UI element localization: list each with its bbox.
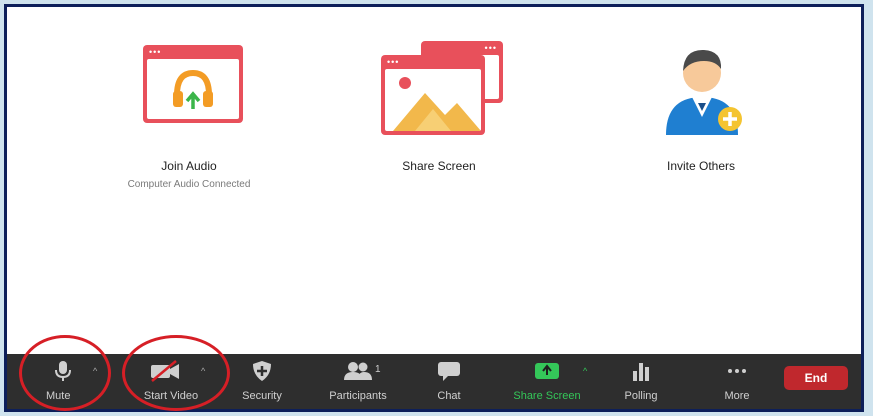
invite-others-label: Invite Others xyxy=(666,159,736,173)
participants-label: Participants xyxy=(329,390,387,402)
more-button[interactable]: More xyxy=(707,354,767,409)
invite-others-option[interactable]: Invite Others xyxy=(581,37,821,173)
end-meeting-button[interactable]: End xyxy=(784,366,848,390)
security-label: Security xyxy=(242,390,282,402)
chevron-up-icon[interactable]: ^ xyxy=(93,366,97,376)
chat-bubble-icon xyxy=(438,362,460,381)
chat-label: Chat xyxy=(437,390,461,402)
share-screen-label: Share Screen xyxy=(402,159,476,173)
join-audio-label: Join Audio xyxy=(161,159,217,173)
participants-icon xyxy=(344,362,372,380)
meeting-toolbar: ^ Mute ^ Start Video Security 1 Particip… xyxy=(7,354,861,409)
chat-button[interactable]: Chat xyxy=(419,354,479,409)
participants-count: 1 xyxy=(375,364,381,375)
share-screen-option[interactable]: ••• ••• Share Screen xyxy=(319,37,559,173)
zoom-meeting-window: ••• Join Audio Computer Audio Connected xyxy=(4,4,864,412)
video-off-icon xyxy=(151,360,179,382)
more-dots-icon xyxy=(728,369,746,373)
headphones-icon: ••• xyxy=(129,37,249,137)
share-screen-toolbar-label: Share Screen xyxy=(513,390,581,402)
chevron-up-icon[interactable]: ^ xyxy=(583,366,587,376)
security-button[interactable]: Security xyxy=(227,354,297,409)
invite-person-icon xyxy=(646,37,756,137)
polling-button[interactable]: Polling xyxy=(611,354,671,409)
microphone-icon xyxy=(55,361,71,381)
audio-status-text: Computer Audio Connected xyxy=(127,179,251,190)
more-label: More xyxy=(724,390,750,402)
mute-button[interactable]: ^ Mute xyxy=(25,354,97,409)
polling-label: Polling xyxy=(624,390,658,402)
start-video-button[interactable]: ^ Start Video xyxy=(121,354,221,409)
join-audio-option[interactable]: ••• Join Audio Computer Audio Connected xyxy=(69,37,309,190)
participants-button[interactable]: 1 Participants xyxy=(311,354,405,409)
chevron-up-icon[interactable]: ^ xyxy=(201,366,205,376)
start-video-label: Start Video xyxy=(143,390,199,402)
meeting-main-area: ••• Join Audio Computer Audio Connected xyxy=(7,7,861,357)
share-screen-icon: ••• ••• xyxy=(369,37,509,137)
share-screen-arrow-icon xyxy=(535,363,559,379)
mute-label: Mute xyxy=(46,390,71,402)
bar-chart-icon xyxy=(633,363,649,381)
share-screen-button[interactable]: ^ Share Screen xyxy=(495,354,599,409)
shield-icon xyxy=(253,361,271,381)
